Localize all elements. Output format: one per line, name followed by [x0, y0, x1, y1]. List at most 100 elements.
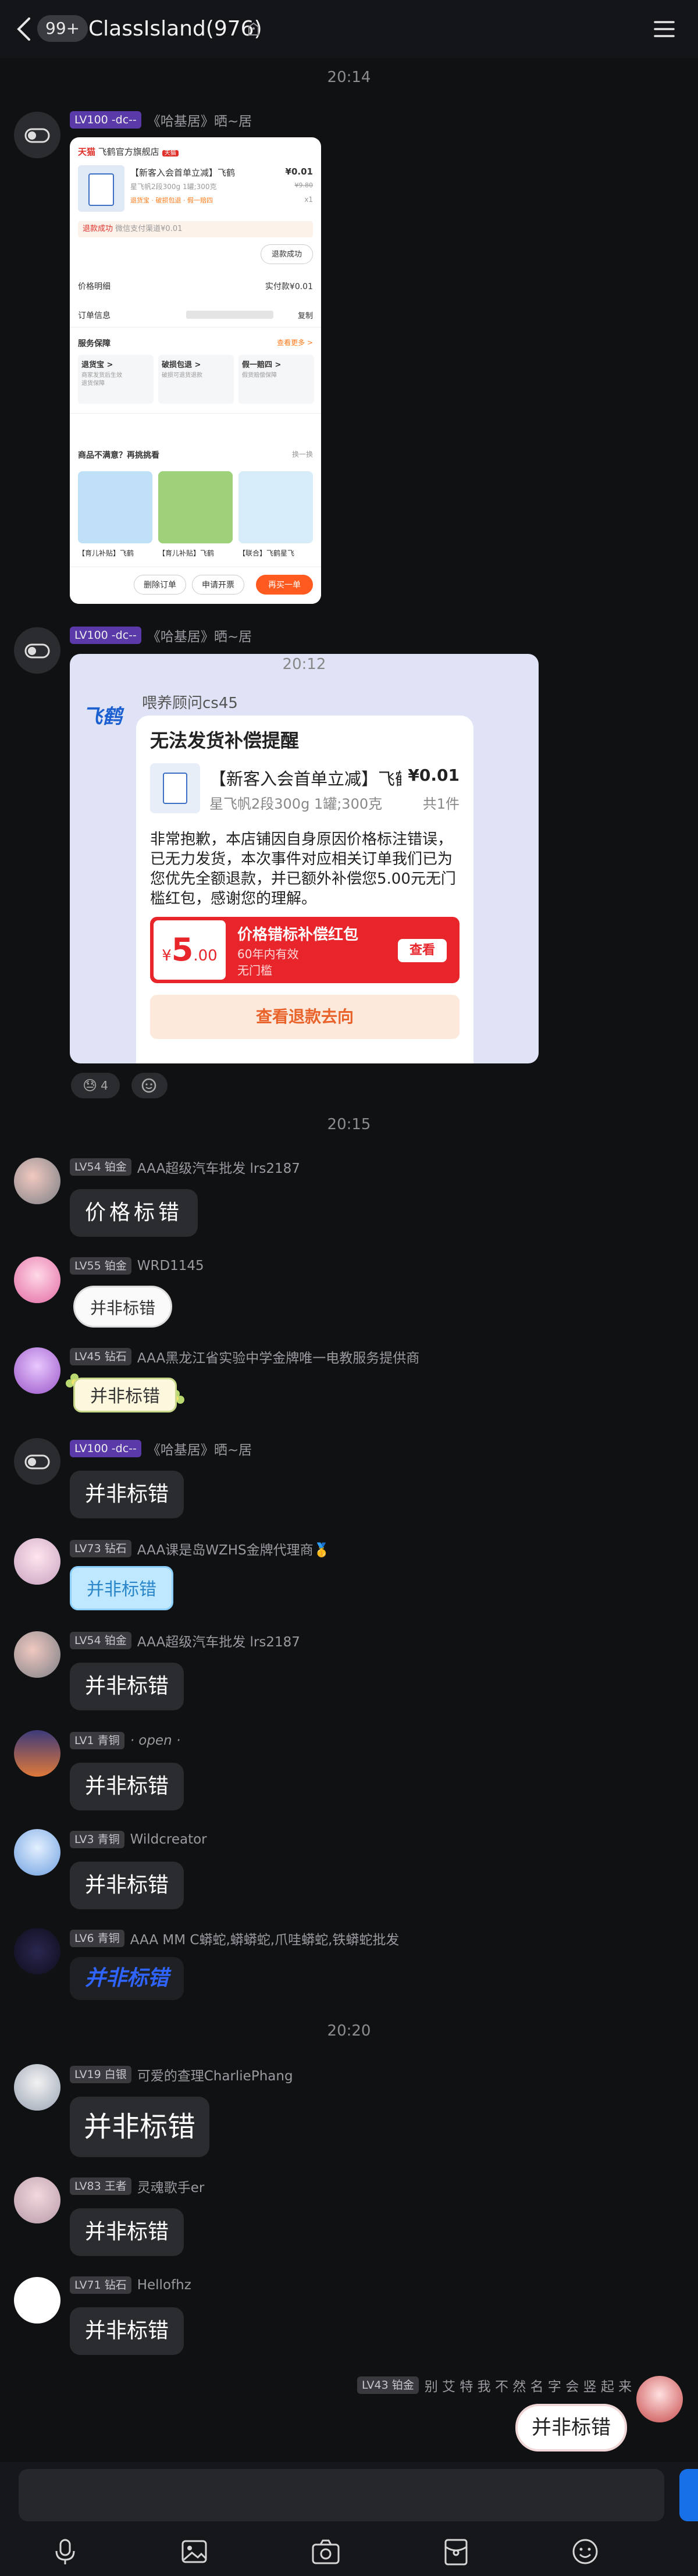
buy-again-button[interactable]: 再买一单 [256, 575, 313, 595]
delete-order-button[interactable]: 删除订单 [134, 575, 186, 595]
sender-name[interactable]: Wildcreator [130, 1832, 207, 1847]
recommend-change-link[interactable]: 换一换 [292, 449, 313, 459]
camera-icon[interactable] [309, 2535, 342, 2568]
service-label: 服务保障 [78, 339, 111, 348]
view-refund-button[interactable]: 查看退款去向 [150, 995, 460, 1039]
avatar[interactable] [14, 112, 60, 158]
level-badge: LV3 青铜 [70, 1831, 124, 1848]
chat-title[interactable]: ClassIsland(976) [88, 15, 262, 43]
message-input[interactable] [19, 2469, 664, 2521]
avatar[interactable] [14, 627, 60, 674]
service-desc: 破损可退货退款 [162, 372, 202, 379]
compensation-coupon[interactable]: ¥5.00 价格错标补偿红包 60年内有效 无门槛 查看 [150, 917, 460, 983]
service-card: 破损包退 > 破损可退货退款 [158, 355, 234, 404]
avatar[interactable] [14, 1730, 60, 1777]
product-image [238, 471, 313, 543]
level-badge: LV19 白银 [70, 2066, 131, 2083]
product-name: 【新客入会首单立减】飞鹤 [130, 168, 236, 178]
message-bubble[interactable]: 并非标错 [73, 1378, 177, 1412]
message-bubble[interactable]: 并非标错 [70, 1566, 173, 1610]
message-bubble[interactable]: 并非标错 [70, 1471, 184, 1518]
sender-meta: LV54 铂金 AAA超级汽车批发 lrs2187 [70, 1631, 300, 1650]
message-bubble[interactable]: 并非标错 [70, 1957, 184, 2000]
avatar[interactable] [14, 1538, 60, 1585]
notice-product-spec: 星飞帆2段300g 1罐;300克 [209, 796, 383, 812]
sender-name[interactable]: Hellofhz [137, 2278, 191, 2293]
shop-row: 天猫 飞鹤官方旗舰店 天猫 [78, 145, 313, 158]
avatar[interactable] [14, 1347, 60, 1394]
toggle-avatar-icon [24, 1454, 50, 1470]
sender-name[interactable]: · open · [130, 1733, 181, 1748]
blurred-order-number [186, 311, 273, 319]
product-qty: x1 [304, 195, 313, 204]
message-bubble[interactable]: 并非标错 [70, 1862, 184, 1909]
sender-name[interactable]: 别 艾 特 我 不 然 名 字 会 竖 起 来 [425, 2375, 632, 2395]
group-tag-icon [248, 22, 259, 35]
message-bubble[interactable]: 并非标错 [515, 2404, 627, 2452]
avatar[interactable] [14, 2064, 60, 2111]
avatar[interactable] [636, 2376, 683, 2422]
coupon-condition: 无门槛 [237, 963, 272, 977]
screenshot-image[interactable]: 天猫 飞鹤官方旗舰店 天猫 【新客入会首单立减】飞鹤 星飞帆2段300g 1罐;… [70, 137, 321, 604]
emoji-icon[interactable] [569, 2535, 601, 2568]
service-name: 退货宝 > [81, 361, 113, 369]
avatar[interactable] [14, 1158, 60, 1204]
service-more-link[interactable]: 查看更多 > [277, 337, 313, 347]
message-bubble[interactable]: 并非标错 [73, 1286, 173, 1328]
level-badge: LV83 王者 [70, 2177, 131, 2195]
sender-name[interactable]: AAA黑龙江省实验中学金牌唯一电教服务提供商 [137, 1347, 419, 1367]
message-bubble[interactable]: 价格标错 [70, 1189, 198, 1237]
product-thumb [78, 165, 124, 212]
sender-name[interactable]: 可爱的查理CharliePhang [137, 2065, 293, 2084]
sender-name[interactable]: 灵魂歌手er [137, 2176, 205, 2196]
message-bubble[interactable]: 并非标错 [70, 2307, 184, 2355]
notice-product-price: ¥0.01 [408, 766, 460, 785]
avatar[interactable] [14, 1438, 60, 1485]
avatar[interactable] [14, 2177, 60, 2223]
avatar[interactable] [14, 1928, 60, 1974]
sender-name[interactable]: 《哈基居》晒~居 [147, 110, 252, 130]
image-icon[interactable] [178, 2535, 211, 2568]
avatar[interactable] [14, 1257, 60, 1303]
sender-name[interactable]: 《哈基居》晒~居 [147, 1439, 252, 1458]
copy-link[interactable]: 复制 [298, 309, 313, 321]
sender-name[interactable]: WRD1145 [137, 1258, 204, 1273]
level-badge: LV73 钻石 [70, 1540, 131, 1557]
tmall-tag: 天猫 [162, 150, 179, 156]
recommend-product-name: 【联合】飞鹤星飞 [238, 549, 295, 557]
service-desc: 商家发货后生效 退货保障 [81, 372, 122, 387]
notice-time: 20:12 [282, 656, 326, 673]
back-arrow-icon[interactable] [13, 15, 36, 43]
sender-name[interactable]: AAA超级汽车批发 lrs2187 [137, 1157, 300, 1177]
avatar[interactable] [14, 1829, 60, 1876]
message-bubble[interactable]: 并非标错 [70, 2208, 184, 2256]
message-bubble[interactable]: 并非标错 [70, 2097, 210, 2157]
sender-name[interactable]: AAA课是岛WZHS金牌代理商🥇 [137, 1539, 330, 1559]
sender-name[interactable]: AAA超级汽车批发 lrs2187 [137, 1631, 300, 1650]
unread-count-badge[interactable]: 99+ [37, 15, 88, 42]
avatar[interactable] [14, 2277, 60, 2324]
red-packet-icon[interactable] [440, 2535, 472, 2568]
notification-screenshot[interactable]: 20:12 飞鹤 喂养顾问cs45 无法发货补偿提醒 【新客入会首单立减】飞鹤…… [70, 654, 539, 1063]
refund-note: 微信支付渠道¥0.01 [115, 225, 183, 233]
refund-success-button[interactable]: 退款成功 [261, 244, 313, 264]
apply-invoice-button[interactable]: 申请开票 [192, 575, 244, 595]
toggle-avatar-icon [24, 128, 50, 143]
level-badge: LV71 钻石 [70, 2276, 131, 2294]
add-reaction-button[interactable] [131, 1073, 168, 1098]
menu-icon[interactable] [651, 17, 677, 41]
service-name: 假一赔四 > [242, 361, 282, 369]
send-button[interactable] [679, 2469, 698, 2521]
coupon-view-button[interactable]: 查看 [398, 939, 447, 962]
message-bubble[interactable]: 并非标错 [70, 1663, 184, 1710]
coupon-amount: 5 [171, 931, 194, 968]
sender-name[interactable]: AAA MM C蟒蛇,蟒蟒蛇,爪哇蟒蛇,铁蟒蛇批发 [130, 1929, 400, 1948]
coupon-amount-box: ¥5.00 [154, 920, 226, 980]
message-bubble[interactable]: 并非标错 [70, 1763, 184, 1810]
sender-name[interactable]: 《哈基居》晒~居 [147, 625, 252, 645]
reaction-chip[interactable]: 😓 4 [71, 1073, 120, 1098]
microphone-icon[interactable] [49, 2535, 81, 2568]
service-card: 退货宝 > 商家发货后生效 退货保障 [78, 355, 154, 404]
avatar[interactable] [14, 1631, 60, 1678]
toggle-avatar-icon [24, 643, 50, 659]
